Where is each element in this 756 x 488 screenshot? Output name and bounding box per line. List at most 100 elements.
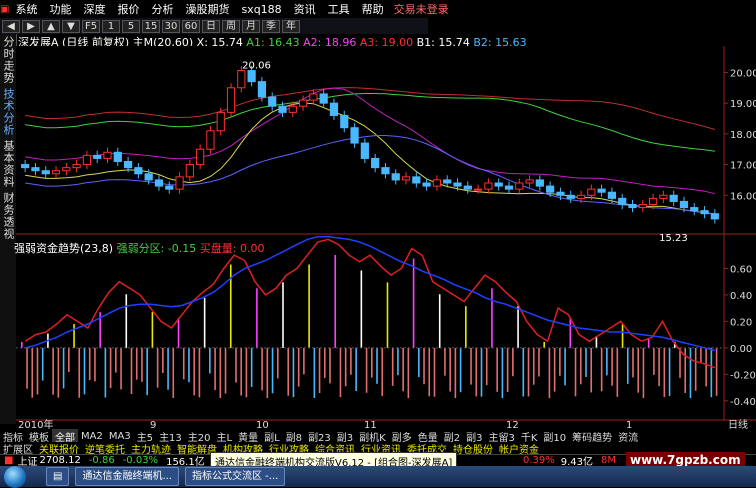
period-year[interactable]: 年 (282, 19, 300, 33)
period-quarter[interactable]: 季 (262, 19, 280, 33)
indicator-bar (287, 347, 290, 396)
indicator-tick-label: -0.20 (730, 370, 756, 381)
tab-technical[interactable]: 技术分析 (0, 86, 16, 138)
task-formula-forum[interactable]: 指标公式交流区 -... (185, 467, 286, 486)
indicator-bar (198, 347, 201, 398)
indicator-bar (203, 297, 206, 348)
candle-body (391, 173, 400, 181)
indicator-bar (517, 306, 519, 348)
period-5min[interactable]: 5 (122, 19, 140, 33)
indicator-bar (705, 347, 707, 387)
indicator-bar (438, 294, 441, 348)
indicator-bar (407, 347, 410, 399)
indicator-bar (428, 347, 431, 397)
indicator-bar (94, 347, 96, 382)
candle-body (556, 191, 565, 196)
menu-futures[interactable]: 澡股期货 (179, 1, 235, 17)
indicator-bar (151, 312, 154, 348)
refresh-button[interactable]: F5 (82, 19, 100, 33)
period-30min[interactable]: 30 (162, 19, 180, 33)
indicator-bar (21, 341, 23, 348)
indicator-bar (470, 347, 472, 385)
candle-body (700, 210, 709, 215)
tab-fundamentals[interactable]: 基本资料 (0, 138, 16, 190)
period-week[interactable]: 周 (222, 19, 240, 33)
menu-quote[interactable]: 报价 (111, 1, 145, 17)
period-month[interactable]: 月 (242, 19, 260, 33)
period-day[interactable]: 日 (202, 19, 220, 33)
tab-financials[interactable]: 财务透视 (0, 190, 16, 242)
trade-login-button[interactable]: 交易未登录 (394, 1, 449, 17)
candle-body (484, 182, 493, 190)
period-toolbar: ◀ ▶ ▲ ▼ F5 1 5 15 30 60 日 周 月 季 年 (0, 18, 428, 34)
indicator-bar (449, 347, 451, 392)
indicator-bar (491, 288, 493, 348)
taskbar: ▤ 通达信金融终端机... 指标公式交流区 -... (0, 465, 756, 488)
candle-body (31, 167, 40, 172)
candle-body (494, 182, 503, 187)
secondary-pct: 0.39% (522, 455, 555, 466)
period-1min[interactable]: 1 (102, 19, 120, 33)
indicator-bar (329, 347, 331, 384)
low-price-label: 15.23 (659, 233, 688, 244)
candle-body (587, 188, 596, 196)
indicator-bar (668, 347, 671, 396)
menu-analysis[interactable]: 分析 (145, 1, 179, 17)
menu-help[interactable]: 帮助 (356, 1, 390, 17)
candle-body (669, 194, 678, 202)
indicator-bar (715, 347, 718, 396)
indicator-bar (83, 347, 86, 395)
back-button[interactable]: ◀ (2, 19, 20, 33)
menu-system[interactable]: 系统 (9, 1, 43, 17)
indicator-bar (162, 347, 164, 373)
period-15min[interactable]: 15 (142, 19, 160, 33)
indicator-bar (543, 341, 545, 348)
indicator-bar (371, 347, 373, 378)
menu-function[interactable]: 功能 (43, 1, 77, 17)
indicator-bar (548, 347, 551, 399)
candle-body (247, 70, 256, 83)
indicator-bar (632, 347, 634, 378)
price-tick-label: 16.00 (730, 191, 756, 202)
indicator-bar (62, 347, 65, 389)
indicator-bar (579, 347, 582, 385)
candle-body (82, 154, 92, 166)
indicator-name: 强弱资金趋势(23,8) (14, 242, 114, 255)
period-60min[interactable]: 60 (182, 19, 200, 33)
indicator-bar (386, 282, 389, 348)
menu-user[interactable]: sxq188 (235, 3, 287, 16)
indicator-bar (700, 347, 702, 363)
indicator-bar (553, 347, 556, 392)
indicator-bar (642, 347, 645, 399)
indicator-bar (485, 347, 488, 386)
candle-body (453, 182, 462, 187)
task-tdx-terminal[interactable]: 通达信金融终端机... (75, 467, 179, 486)
start-button[interactable] (4, 465, 26, 488)
chart-area[interactable]: 20.00 19.00 18.00 17.00 16.00 0.60 0.40 0.20 0.… (16, 46, 756, 430)
menu-news[interactable]: 资讯 (288, 1, 322, 17)
high-price-label: 20.06 (242, 61, 271, 72)
indicator-tick-label: 0.00 (730, 344, 752, 355)
indicator-tick-label: -0.40 (730, 397, 756, 408)
indicator-bar (376, 347, 378, 384)
menu-depth[interactable]: 深度 (77, 1, 111, 17)
indicator-bar (501, 347, 504, 399)
candle-body (443, 179, 452, 184)
forward-button[interactable]: ▶ (22, 19, 40, 33)
indicator-bar (397, 347, 399, 376)
candle-body (226, 87, 236, 113)
left-tab-strip: 分时走势 技术分析 基本资料 财务透视 (0, 34, 17, 424)
candle-body (51, 170, 61, 175)
indicator-bar (318, 347, 321, 394)
down-button[interactable]: ▼ (62, 19, 80, 33)
candle-body (62, 167, 71, 172)
menu-tools[interactable]: 工具 (322, 1, 356, 17)
index-pct: -0.03% (122, 455, 159, 466)
index-flag-icon: ■ (4, 455, 14, 466)
candle-body (175, 176, 184, 190)
quicklaunch-icon[interactable]: ▤ (46, 467, 70, 486)
candle-body (329, 102, 339, 116)
tab-intraday[interactable]: 分时走势 (0, 34, 16, 86)
indicator-bar (423, 347, 425, 385)
up-button[interactable]: ▲ (42, 19, 60, 33)
